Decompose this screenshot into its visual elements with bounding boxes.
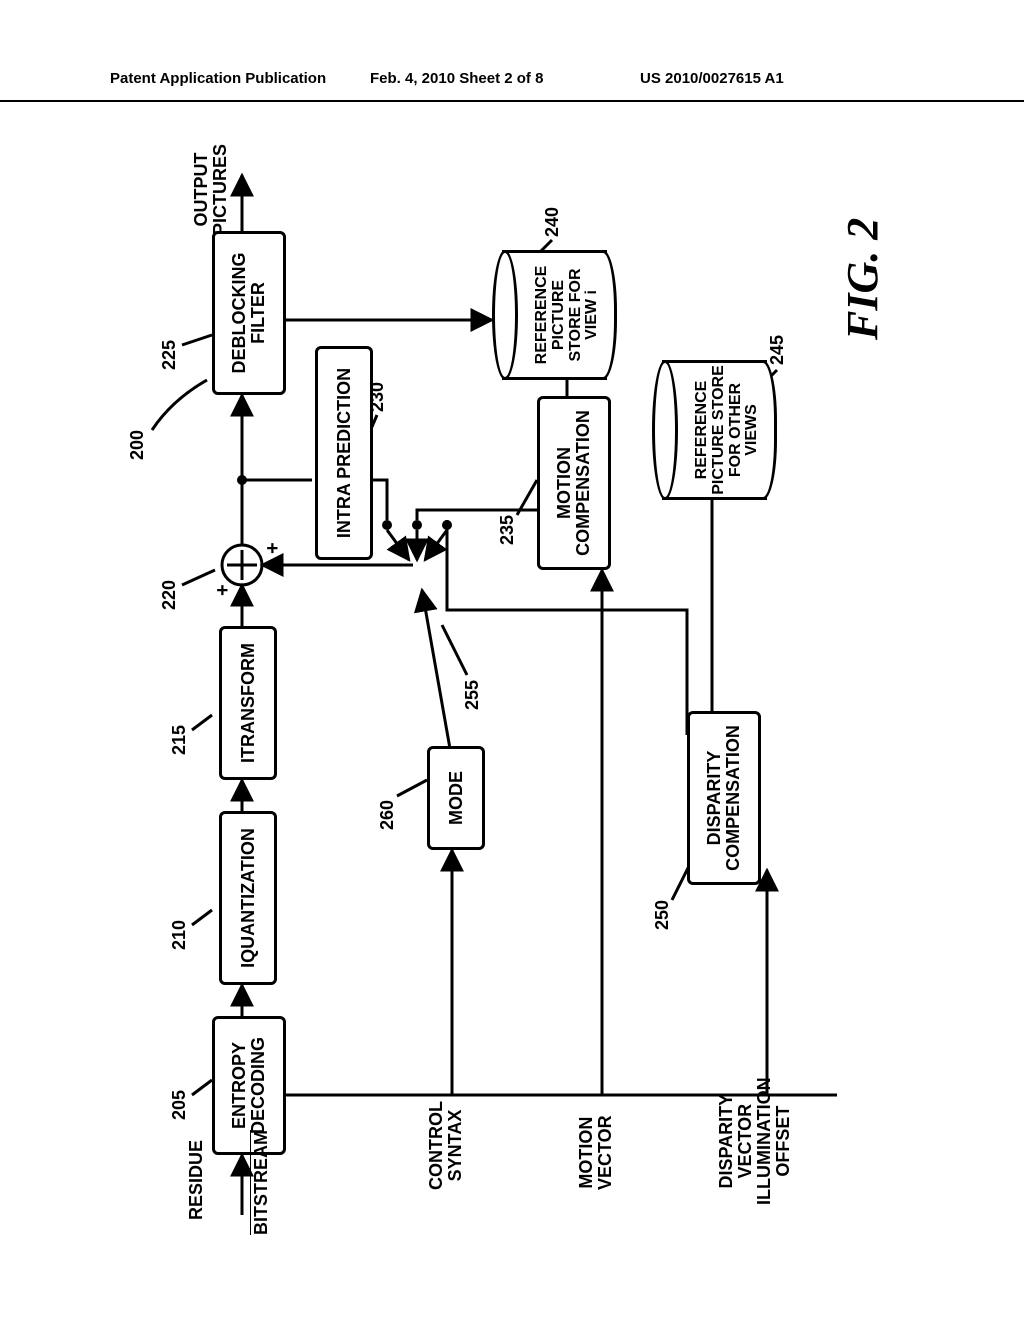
ref-store-view-i-label: REFERENCE PICTURE STORE FOR VIEW i [518,250,617,380]
ref-245: 245 [767,335,788,365]
ref-260: 260 [377,800,398,830]
output-pictures-label: OUTPUT PICTURES [192,144,230,235]
svg-text:+: + [212,584,234,596]
svg-text:+: + [262,542,284,554]
ref-225: 225 [159,340,180,370]
deblocking-filter-block: DEBLOCKING FILTER [212,231,286,395]
header-left: Patent Application Publication [110,70,326,87]
ref-235: 235 [497,515,518,545]
ref-200: 200 [127,430,148,460]
mode-block: MODE [427,746,485,850]
ref-store-other-views: REFERENCE PICTURE STORE FOR OTHER VIEWS [652,360,777,500]
figure-2: + + [97,130,927,1250]
header-center: Feb. 4, 2010 Sheet 2 of 8 [370,70,543,87]
ref-230: 230 [367,382,388,412]
iquantization-block: IQUANTIZATION [219,811,277,985]
ref-220: 220 [159,580,180,610]
residue-label: RESIDUE [187,1140,206,1220]
figure-caption: FIG. 2 [837,218,888,340]
ref-215: 215 [169,725,190,755]
dvio-label: DISPARITY VECTOR ILLUMINATION OFFSET [717,1077,793,1205]
ref-store-view-i: REFERENCE PICTURE STORE FOR VIEW i [492,250,617,380]
motion-vector-label: MOTION VECTOR [577,1115,615,1190]
control-syntax-label: CONTROL SYNTAX [427,1101,465,1190]
ref-210: 210 [169,920,190,950]
itransform-block: ITRANSFORM [219,626,277,780]
ref-store-other-views-label: REFERENCE PICTURE STORE FOR OTHER VIEWS [678,360,777,500]
disparity-compensation-block: DISPARITY COMPENSATION [687,711,761,885]
intra-prediction-block: INTRA PREDICTION [315,346,373,560]
bitstream-label: BITSTREAM [252,1130,271,1235]
motion-compensation-block: MOTION COMPENSATION [537,396,611,570]
ref-240: 240 [542,207,563,237]
ref-255: 255 [462,680,483,710]
ref-250: 250 [652,900,673,930]
header-right: US 2010/0027615 A1 [640,70,784,87]
ref-205: 205 [169,1090,190,1120]
entropy-decoding-block: ENTROPY DECODING [212,1016,286,1155]
